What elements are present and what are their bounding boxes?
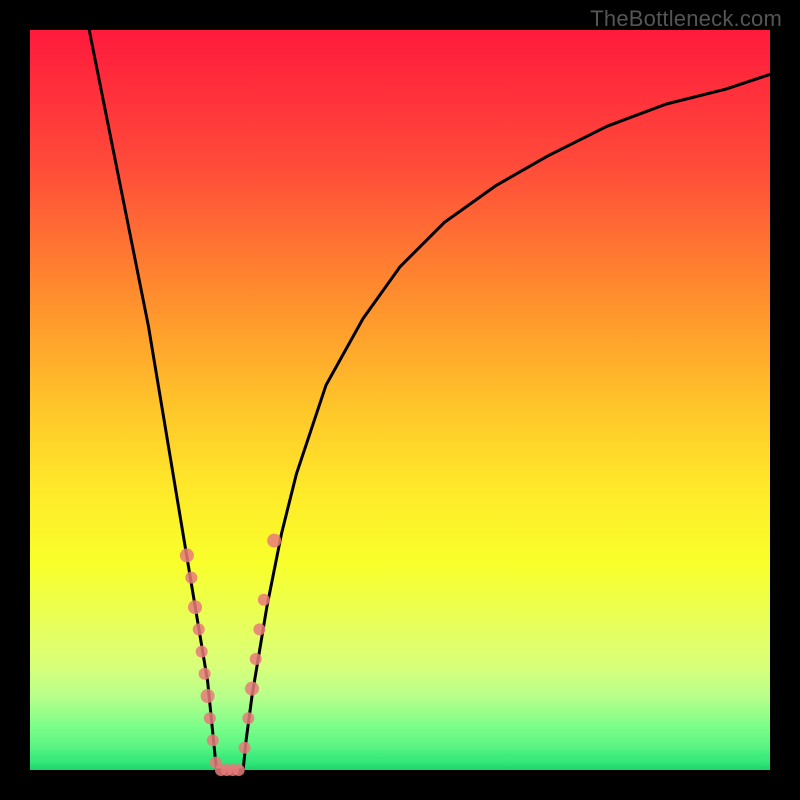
chart-svg [30,30,770,770]
bottleneck-curve [89,30,770,770]
marker-right [250,653,262,665]
chart-frame: TheBottleneck.com [0,0,800,800]
marker-left [204,712,216,724]
curve-group [89,30,770,770]
marker-left [207,734,219,746]
marker-right [258,594,270,606]
watermark-text: TheBottleneck.com [590,6,782,32]
marker-bottom [233,764,245,776]
marker-right [242,712,254,724]
marker-left [180,548,194,562]
marker-right [245,682,259,696]
marker-left [193,623,205,635]
marker-right [253,623,265,635]
plot-area [30,30,770,770]
marker-group [180,534,281,776]
marker-left [188,600,202,614]
marker-right [267,534,281,548]
marker-left [201,689,215,703]
marker-right [239,742,251,754]
marker-left [196,646,208,658]
marker-left [185,572,197,584]
marker-left [199,668,211,680]
